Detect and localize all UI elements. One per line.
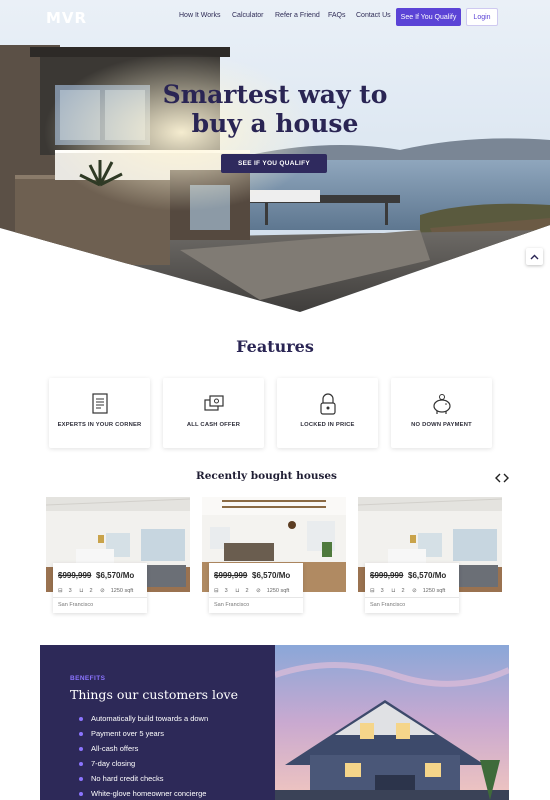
monthly-price: $6,570/Mo bbox=[96, 571, 135, 580]
bed-icon: ⊟ bbox=[58, 588, 63, 594]
list-item: No hard credit checks bbox=[76, 774, 208, 789]
house-info-card-1: $999,999 $6,570/Mo ⊟ 3 ⊔ 2 ⊘ 1250 sqft San … bbox=[53, 563, 147, 613]
house-info-card-2: $999,999 $6,570/Mo ⊟ 3 ⊔ 2 ⊘ 1250 sqft San … bbox=[209, 563, 303, 613]
beds-count: 3 bbox=[380, 588, 384, 594]
original-price: $999,999 bbox=[370, 571, 404, 580]
house-city: San Francisco bbox=[370, 602, 406, 608]
cash-icon bbox=[204, 395, 224, 411]
top-navigation-bar: MVR How It Works Calculator Refer a Frie… bbox=[0, 0, 550, 34]
benefits-title: Things our customers love bbox=[70, 687, 238, 702]
house-specs: ⊟ 3 ⊔ 2 ⊘ 1250 sqft bbox=[58, 588, 139, 594]
chevron-right-icon[interactable] bbox=[502, 472, 510, 484]
scroll-to-top-button[interactable] bbox=[526, 248, 543, 265]
features-heading: Features bbox=[236, 337, 314, 356]
nav-link-how-it-works[interactable]: How It Works bbox=[179, 12, 221, 19]
see-if-you-qualify-nav-button[interactable]: See If You Qualify bbox=[396, 8, 461, 26]
nav-link-contact-us[interactable]: Contact Us bbox=[356, 12, 391, 19]
login-button[interactable]: Login bbox=[466, 8, 498, 26]
house-specs: ⊟ 3 ⊔ 2 ⊘ 1250 sqft bbox=[370, 588, 451, 594]
sqft-value: 1250 sqft bbox=[422, 588, 446, 594]
baths-count: 2 bbox=[245, 588, 249, 594]
monthly-price: $6,570/Mo bbox=[408, 571, 447, 580]
chevron-left-icon[interactable] bbox=[494, 472, 502, 484]
monthly-price: $6,570/Mo bbox=[252, 571, 291, 580]
bed-icon: ⊟ bbox=[214, 588, 219, 594]
feature-label: NO DOWN PAYMENT bbox=[411, 422, 472, 428]
area-icon: ⊘ bbox=[412, 588, 417, 594]
list-item: White-glove homeowner concierge bbox=[76, 789, 208, 800]
hero-title: Smartest way to buy a house bbox=[0, 80, 550, 138]
baths-count: 2 bbox=[89, 588, 93, 594]
hero-section: MVR How It Works Calculator Refer a Frie… bbox=[0, 0, 550, 315]
feature-label: EXPERTS IN YOUR CORNER bbox=[57, 422, 142, 428]
feature-card-experts: EXPERTS IN YOUR CORNER bbox=[49, 378, 150, 448]
sqft-value: 1250 sqft bbox=[266, 588, 290, 594]
benefits-list: Automatically build towards a down Payme… bbox=[76, 714, 208, 800]
feature-card-locked-price: LOCKED IN PRICE bbox=[277, 378, 378, 448]
bath-icon: ⊔ bbox=[79, 588, 84, 594]
benefits-house-image bbox=[275, 645, 509, 800]
chevron-up-icon bbox=[530, 254, 539, 259]
original-price: $999,999 bbox=[214, 571, 248, 580]
feature-label: LOCKED IN PRICE bbox=[300, 422, 355, 428]
house-city: San Francisco bbox=[58, 602, 94, 608]
bath-icon: ⊔ bbox=[391, 588, 396, 594]
house-info-card-3: $999,999 $6,570/Mo ⊟ 3 ⊔ 2 ⊘ 1250 sqft San … bbox=[365, 563, 459, 613]
brand-logo[interactable]: MVR bbox=[46, 9, 87, 27]
area-icon: ⊘ bbox=[256, 588, 261, 594]
hero-title-line-2: buy a house bbox=[191, 109, 359, 138]
document-icon bbox=[92, 393, 108, 414]
list-item: Automatically build towards a down bbox=[76, 714, 208, 729]
divider bbox=[365, 597, 459, 598]
piggy-bank-icon bbox=[433, 394, 451, 414]
benefits-tag: BENEFITS bbox=[70, 675, 106, 682]
bath-icon: ⊔ bbox=[235, 588, 240, 594]
divider bbox=[53, 597, 147, 598]
beds-count: 3 bbox=[68, 588, 72, 594]
see-if-you-qualify-hero-button[interactable]: SEE IF YOU QUALIFY bbox=[221, 154, 327, 173]
list-item: 7-day closing bbox=[76, 759, 208, 774]
feature-label: ALL CASH OFFER bbox=[186, 422, 241, 428]
nav-link-faqs[interactable]: FAQs bbox=[328, 12, 346, 19]
list-item: All-cash offers bbox=[76, 744, 208, 759]
recently-bought-heading: Recently bought houses bbox=[196, 470, 337, 482]
nav-link-calculator[interactable]: Calculator bbox=[232, 12, 264, 19]
area-icon: ⊘ bbox=[100, 588, 105, 594]
nav-link-refer-a-friend[interactable]: Refer a Friend bbox=[275, 12, 320, 19]
house-city: San Francisco bbox=[214, 602, 250, 608]
benefits-section: BENEFITS Things our customers love Autom… bbox=[40, 645, 275, 800]
feature-card-cash-offer: ALL CASH OFFER bbox=[163, 378, 264, 448]
divider bbox=[209, 597, 303, 598]
bed-icon: ⊟ bbox=[370, 588, 375, 594]
sqft-value: 1250 sqft bbox=[110, 588, 134, 594]
baths-count: 2 bbox=[401, 588, 405, 594]
lock-icon bbox=[320, 393, 336, 415]
feature-card-no-down-payment: NO DOWN PAYMENT bbox=[391, 378, 492, 448]
hero-title-line-1: Smartest way to bbox=[162, 80, 388, 109]
list-item: Payment over 5 years bbox=[76, 729, 208, 744]
original-price: $999,999 bbox=[58, 571, 92, 580]
house-specs: ⊟ 3 ⊔ 2 ⊘ 1250 sqft bbox=[214, 588, 295, 594]
beds-count: 3 bbox=[224, 588, 228, 594]
